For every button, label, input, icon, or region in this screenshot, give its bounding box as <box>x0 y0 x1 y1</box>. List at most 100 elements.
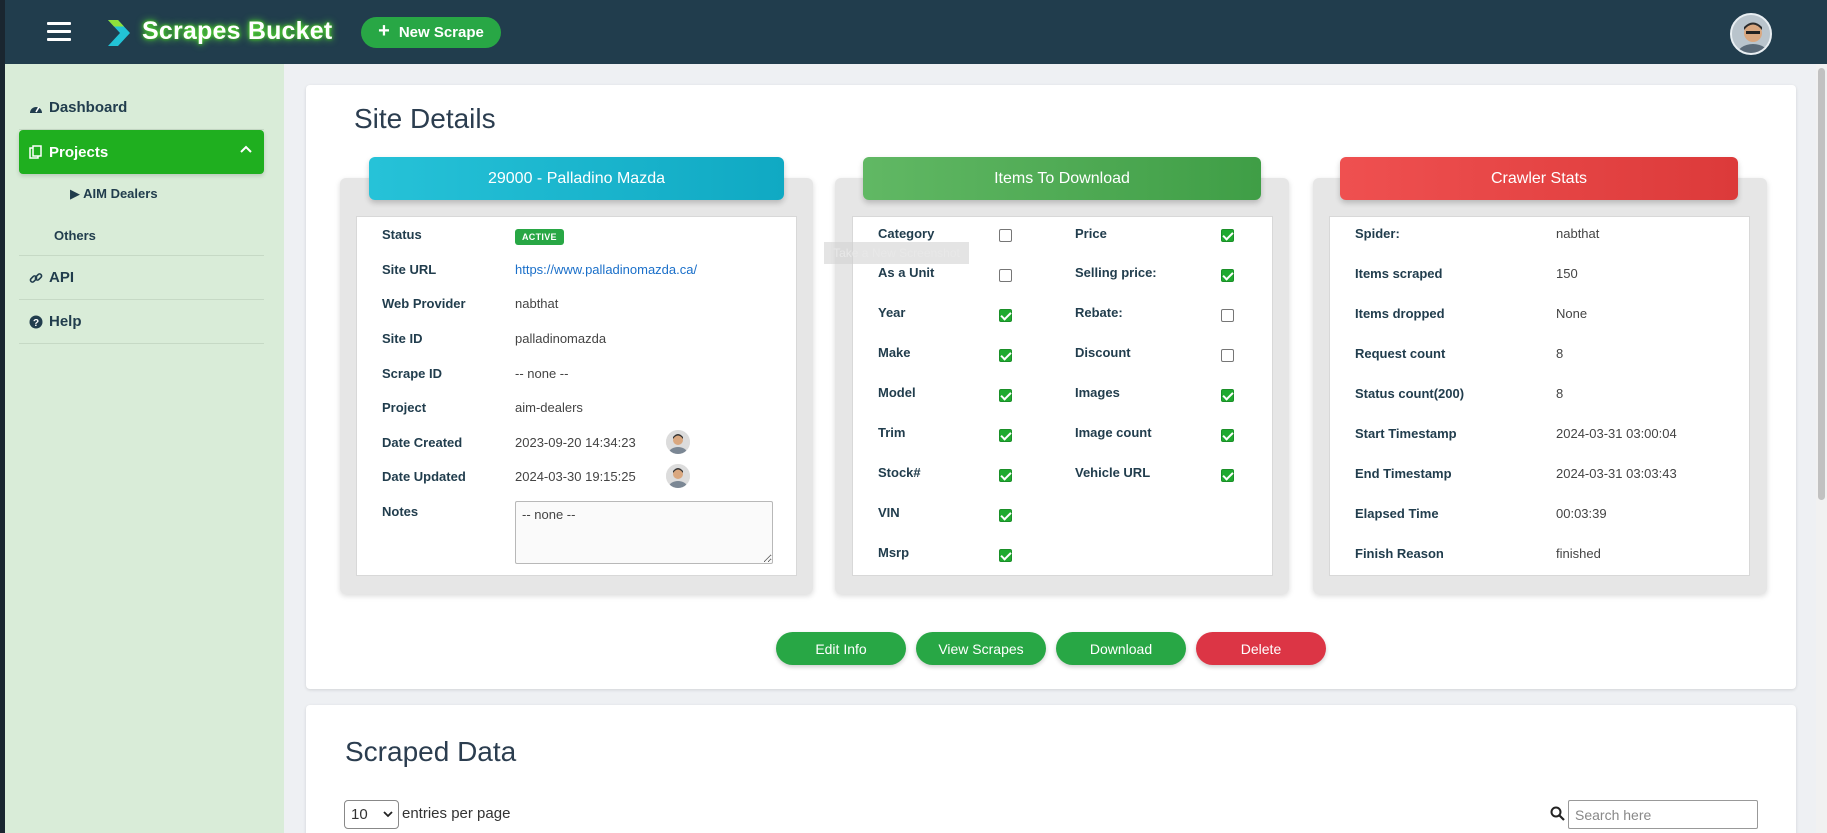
scrape-id-label: Scrape ID <box>382 366 442 381</box>
chevron-down-icon <box>383 811 393 818</box>
search-input[interactable] <box>1568 800 1758 829</box>
item-vehicle-url-checkbox[interactable] <box>1221 469 1234 482</box>
date-updated-value: 2024-03-30 19:15:25 <box>515 469 636 484</box>
stat-elapsed-time-value: 00:03:39 <box>1556 506 1607 521</box>
screenshot-tooltip: Take a New Screenshot <box>824 242 969 264</box>
items-to-download-card-body: Category As a Unit Year Make Model Trim … <box>852 216 1273 576</box>
item-vehicle-url-label: Vehicle URL <box>1075 465 1151 480</box>
link-icon <box>29 271 47 285</box>
projects-icon <box>29 145 47 159</box>
sidebar-item-api[interactable]: API <box>19 256 264 300</box>
crawler-stats-card-body: Spider: nabthat Items scraped 150 Items … <box>1329 216 1750 576</box>
item-model-label: Model <box>878 385 916 400</box>
item-price-checkbox[interactable] <box>1221 229 1234 242</box>
item-discount-label: Discount <box>1075 345 1131 360</box>
stat-spider-label: Spider: <box>1355 226 1400 241</box>
sidebar-item-help[interactable]: ? Help <box>19 300 264 344</box>
notes-textarea[interactable]: -- none -- <box>515 501 773 564</box>
item-images-label: Images <box>1075 385 1120 400</box>
site-url-link[interactable]: https://www.palladinomazda.ca/ <box>515 262 697 277</box>
web-provider-label: Web Provider <box>382 296 466 311</box>
site-id-label: Site ID <box>382 331 423 346</box>
plus-icon: + <box>378 20 390 42</box>
item-price-label: Price <box>1075 226 1107 241</box>
site-url-label: Site URL <box>382 262 437 277</box>
view-scrapes-button[interactable]: View Scrapes <box>916 632 1046 665</box>
sidebar-item-label: Projects <box>49 143 109 161</box>
item-msrp-label: Msrp <box>878 545 910 560</box>
user-avatar[interactable] <box>1730 13 1772 55</box>
item-category-checkbox[interactable] <box>999 229 1012 242</box>
menu-toggle-icon[interactable] <box>47 22 71 42</box>
item-msrp-checkbox[interactable] <box>999 549 1012 562</box>
project-label: Project <box>382 400 427 415</box>
item-selling-price-checkbox[interactable] <box>1221 269 1234 282</box>
item-model-checkbox[interactable] <box>999 389 1012 402</box>
item-as-a-unit-checkbox[interactable] <box>999 269 1012 282</box>
project-value: aim-dealers <box>515 400 583 415</box>
item-image-count-label: Image count <box>1075 425 1152 440</box>
avatar-image-icon <box>1732 15 1770 53</box>
web-provider-value: nabthat <box>515 296 559 311</box>
item-stock-label: Stock# <box>878 465 921 480</box>
stat-start-timestamp-label: Start Timestamp <box>1355 426 1457 441</box>
sidebar-item-projects[interactable]: Projects <box>19 130 264 174</box>
item-year-checkbox[interactable] <box>999 309 1012 322</box>
stat-status-count-label: Status count(200) <box>1355 386 1465 401</box>
chevron-up-icon <box>240 145 252 153</box>
item-discount-checkbox[interactable] <box>1221 349 1234 362</box>
entries-per-page-select[interactable]: 10 <box>344 800 399 829</box>
svg-text:?: ? <box>33 318 39 329</box>
item-image-count-checkbox[interactable] <box>1221 429 1234 442</box>
brand-title[interactable]: Scrapes Bucket <box>142 17 332 46</box>
creator-avatar[interactable] <box>666 430 690 454</box>
new-scrape-label: New Scrape <box>398 24 484 41</box>
sidebar-subitem-aim-dealers[interactable]: ▶ AIM Dealers <box>70 186 158 202</box>
item-stock-checkbox[interactable] <box>999 469 1012 482</box>
download-button[interactable]: Download <box>1056 632 1186 665</box>
item-category-label: Category <box>878 226 935 241</box>
item-selling-price-label: Selling price: <box>1075 265 1157 280</box>
delete-button[interactable]: Delete <box>1196 632 1326 665</box>
item-rebate-checkbox[interactable] <box>1221 309 1234 322</box>
item-trim-checkbox[interactable] <box>999 429 1012 442</box>
stat-items-scraped-label: Items scraped <box>1355 266 1443 281</box>
avatar-image-icon <box>666 430 690 454</box>
sidebar-item-dashboard[interactable]: Dashboard <box>19 86 264 130</box>
stat-finish-reason-value: finished <box>1556 546 1601 561</box>
help-icon: ? <box>29 315 47 329</box>
stat-items-dropped-label: Items dropped <box>1355 306 1445 321</box>
item-make-label: Make <box>878 345 911 360</box>
stat-spider-value: nabthat <box>1556 226 1600 241</box>
stat-end-timestamp-label: End Timestamp <box>1355 466 1452 481</box>
entries-per-page-label: entries per page <box>402 805 511 822</box>
site-info-card: 29000 - Palladino Mazda Status ACTIVE Si… <box>340 157 813 594</box>
stat-items-scraped-value: 150 <box>1556 266 1578 281</box>
stat-start-timestamp-value: 2024-03-31 03:00:04 <box>1556 426 1677 441</box>
scrollbar-thumb[interactable] <box>1818 68 1825 500</box>
dashboard-icon <box>29 102 47 114</box>
crawler-stats-card: Crawler Stats Spider: nabthat Items scra… <box>1313 157 1767 594</box>
page-scrollbar[interactable] <box>1816 64 1827 833</box>
stat-request-count-value: 8 <box>1556 346 1564 361</box>
sidebar-subitem-others: Others <box>54 228 96 243</box>
item-make-checkbox[interactable] <box>999 349 1012 362</box>
sidebar-subitem-others-row[interactable]: Others <box>19 216 264 256</box>
crawler-stats-card-header: Crawler Stats <box>1340 157 1738 200</box>
new-scrape-button[interactable]: + New Scrape <box>361 17 501 48</box>
date-created-label: Date Created <box>382 435 463 450</box>
stat-request-count-label: Request count <box>1355 346 1446 361</box>
avatar-image-icon <box>666 464 690 488</box>
items-to-download-card-header: Items To Download <box>863 157 1261 200</box>
updater-avatar[interactable] <box>666 464 690 488</box>
scraped-data-title: Scraped Data <box>345 736 517 767</box>
stat-end-timestamp-value: 2024-03-31 03:03:43 <box>1556 466 1677 481</box>
sidebar-item-label: Help <box>49 313 82 330</box>
date-created-value: 2023-09-20 14:34:23 <box>515 435 636 450</box>
page-title: Site Details <box>354 103 496 134</box>
item-images-checkbox[interactable] <box>1221 389 1234 402</box>
item-vin-checkbox[interactable] <box>999 509 1012 522</box>
edit-info-button[interactable]: Edit Info <box>776 632 906 665</box>
stat-finish-reason-label: Finish Reason <box>1355 546 1444 561</box>
top-navbar: Scrapes Bucket + New Scrape <box>0 0 1827 64</box>
